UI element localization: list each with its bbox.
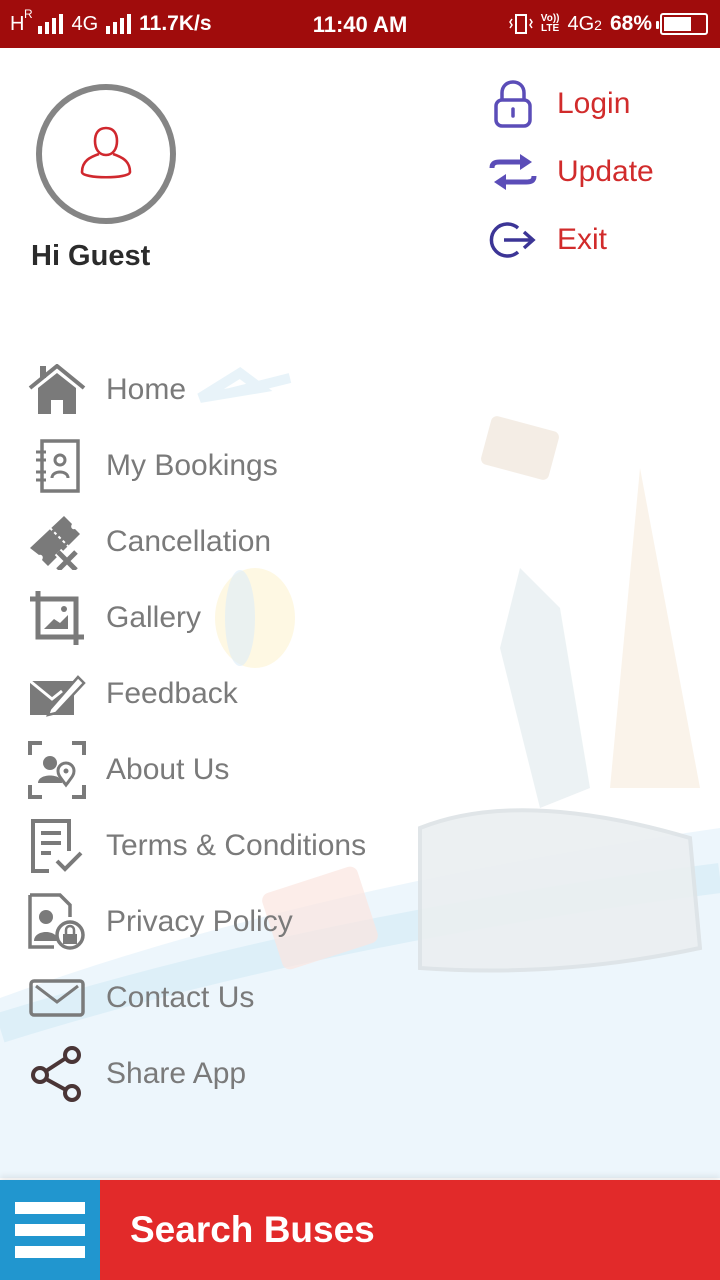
roaming-indicator: R bbox=[24, 6, 33, 21]
update-label: Update bbox=[557, 155, 654, 188]
search-buses-button[interactable]: Search Buses bbox=[100, 1180, 720, 1280]
ticket-cancel-icon bbox=[26, 511, 88, 573]
search-buses-label: Search Buses bbox=[130, 1209, 375, 1250]
user-icon bbox=[80, 126, 132, 179]
exit-button[interactable]: Exit bbox=[486, 206, 654, 274]
exit-label: Exit bbox=[557, 223, 608, 256]
login-label: Login bbox=[557, 87, 631, 120]
menu-label: Feedback bbox=[106, 677, 238, 710]
vibrate-icon bbox=[508, 13, 533, 35]
image-crop-icon bbox=[26, 587, 88, 649]
signal-bars-icon bbox=[106, 14, 132, 34]
status-right: Vo)) LTE 4G2 68% bbox=[508, 0, 708, 48]
nav-menu: Home My Bookings Cancellation Gallery Fe… bbox=[26, 352, 446, 1112]
menu-label: Cancellation bbox=[106, 525, 272, 558]
avatar[interactable] bbox=[36, 84, 176, 224]
home-icon bbox=[26, 359, 88, 421]
network-type-1: HR bbox=[10, 7, 33, 36]
document-check-icon bbox=[26, 815, 88, 877]
share-icon bbox=[26, 1043, 88, 1105]
mail-pencil-icon bbox=[26, 663, 88, 725]
greeting: Hi Guest bbox=[31, 240, 151, 272]
lock-icon bbox=[486, 77, 540, 131]
menu-item-cancellation[interactable]: Cancellation bbox=[26, 504, 446, 580]
network-speed: 11.7K/s bbox=[139, 12, 212, 35]
menu-item-contact-us[interactable]: Contact Us bbox=[26, 960, 446, 1036]
envelope-icon bbox=[26, 967, 88, 1029]
menu-item-privacy-policy[interactable]: Privacy Policy bbox=[26, 884, 446, 960]
menu-label: Contact Us bbox=[106, 981, 255, 1014]
network-type-3: 4G2 bbox=[567, 13, 601, 36]
menu-item-feedback[interactable]: Feedback bbox=[26, 656, 446, 732]
network-type-2: 4G bbox=[71, 12, 99, 35]
person-location-icon bbox=[26, 739, 88, 801]
volte-bottom: LTE bbox=[541, 23, 560, 34]
menu-item-share-app[interactable]: Share App bbox=[26, 1036, 446, 1112]
menu-item-about-us[interactable]: About Us bbox=[26, 732, 446, 808]
menu-item-gallery[interactable]: Gallery bbox=[26, 580, 446, 656]
battery-fill bbox=[664, 17, 692, 31]
battery-icon bbox=[656, 13, 708, 35]
menu-label: My Bookings bbox=[106, 449, 278, 482]
login-button[interactable]: Login bbox=[486, 70, 654, 138]
menu-label: Terms & Conditions bbox=[106, 829, 367, 862]
network-4g-label: 4G bbox=[567, 12, 595, 35]
hamburger-icon[interactable] bbox=[0, 1180, 100, 1280]
status-bar: HR 4G 11.7K/s 11:40 AM Vo)) LTE 4G2 68% bbox=[0, 0, 720, 48]
network-h-label: H bbox=[10, 12, 25, 35]
account-actions: Login Update Exit bbox=[486, 70, 654, 274]
menu-label: Privacy Policy bbox=[106, 905, 293, 938]
status-left: HR 4G 11.7K/s bbox=[10, 0, 212, 48]
logout-icon bbox=[486, 213, 540, 267]
menu-item-my-bookings[interactable]: My Bookings bbox=[26, 428, 446, 504]
battery-percent: 68% bbox=[609, 12, 652, 35]
menu-item-terms[interactable]: Terms & Conditions bbox=[26, 808, 446, 884]
volte-icon: Vo)) LTE bbox=[541, 14, 560, 34]
swap-arrows-icon bbox=[486, 145, 540, 199]
update-button[interactable]: Update bbox=[486, 138, 654, 206]
user-file-lock-icon bbox=[26, 891, 88, 953]
menu-label: About Us bbox=[106, 753, 230, 786]
bottom-bar: Search Buses bbox=[0, 1180, 720, 1280]
menu-label: Gallery bbox=[106, 601, 202, 634]
menu-item-home[interactable]: Home bbox=[26, 352, 446, 428]
menu-label: Share App bbox=[106, 1057, 247, 1090]
sim-number: 2 bbox=[594, 16, 602, 33]
menu-label: Home bbox=[106, 373, 187, 406]
contact-book-icon bbox=[26, 435, 88, 497]
signal-bars-icon bbox=[38, 14, 64, 34]
